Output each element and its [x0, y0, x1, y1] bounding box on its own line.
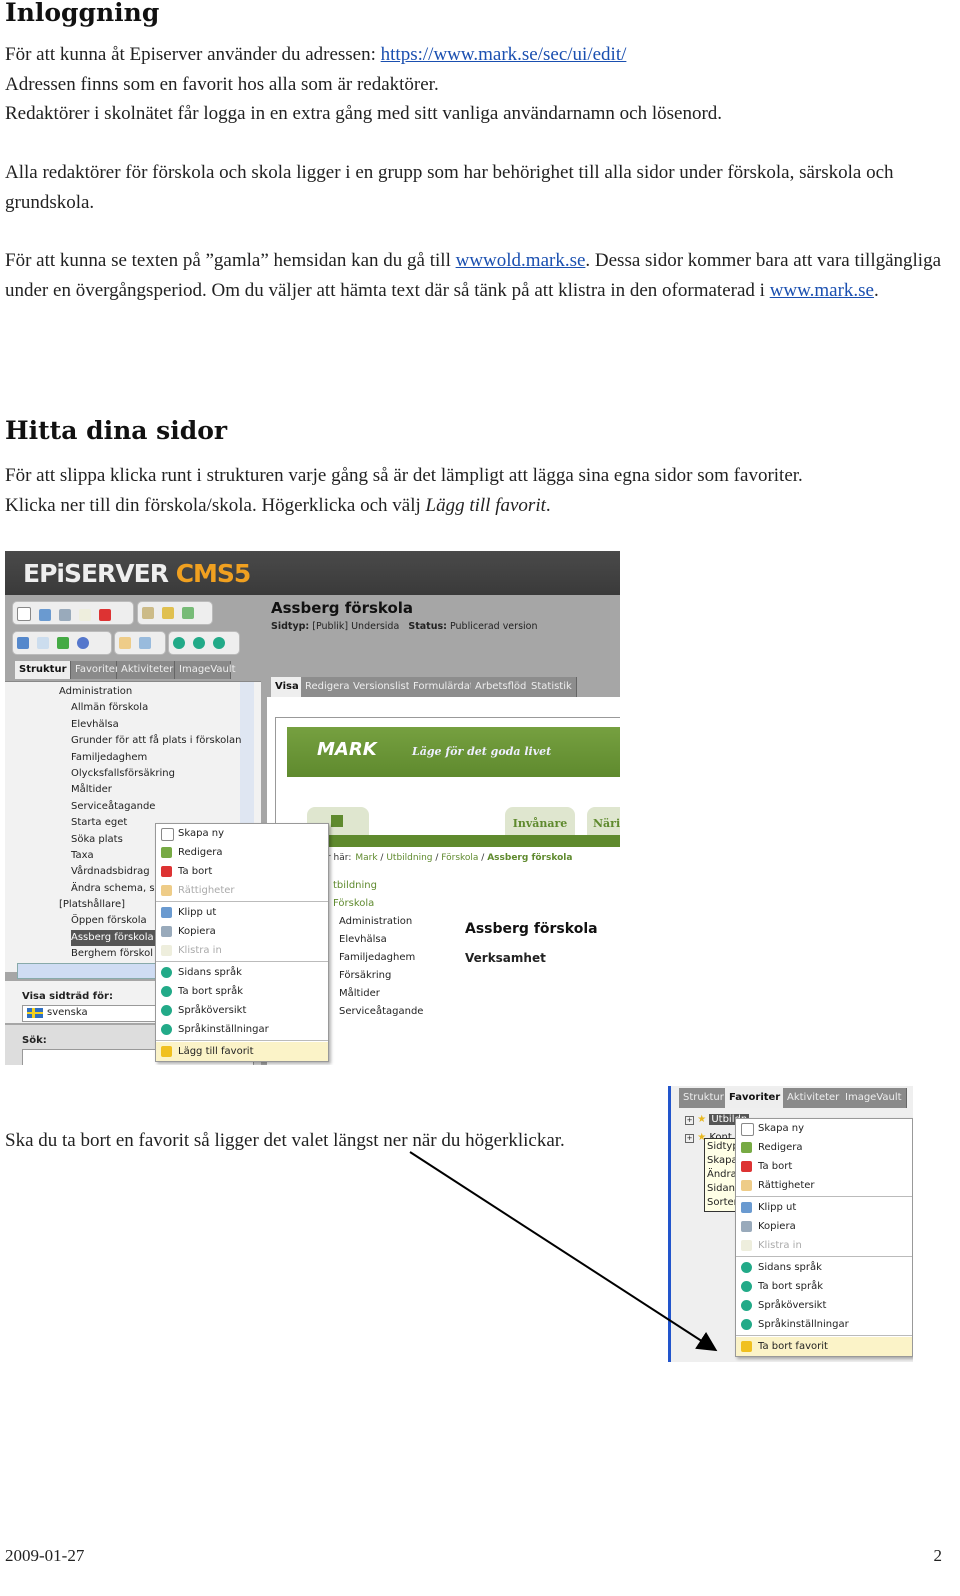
arrow-annotation	[409, 1151, 718, 1352]
page-number: 2	[933, 1546, 943, 1565]
arrow-line	[409, 1151, 718, 1352]
footer-date: 2009-01-27	[5, 1546, 85, 1565]
